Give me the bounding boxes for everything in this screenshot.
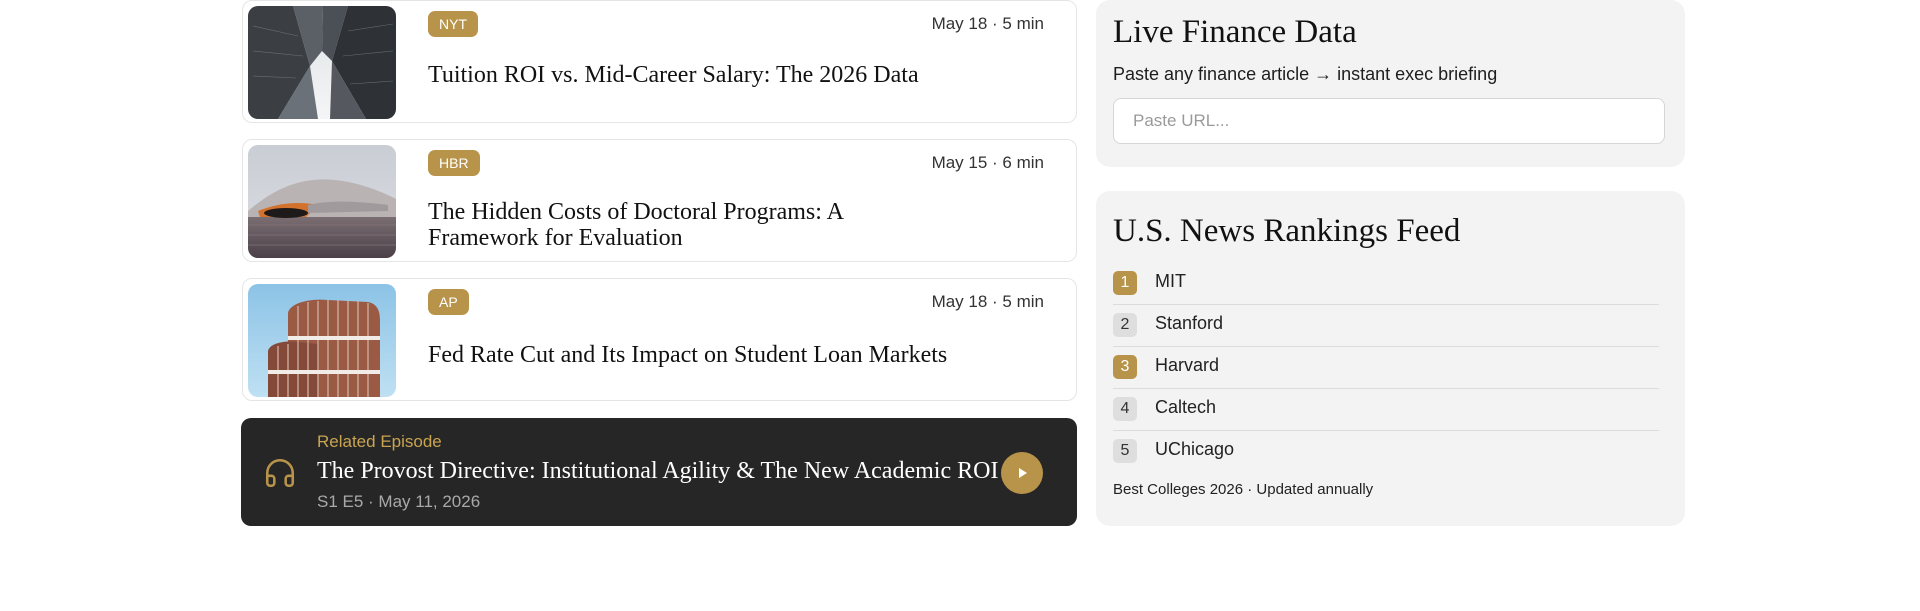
rank-name: MIT [1155,271,1186,291]
related-episode-card[interactable]: Related Episode The Provost Directive: I… [241,418,1077,526]
article-title[interactable]: Tuition ROI vs. Mid-Career Salary: The 2… [428,62,948,88]
list-item[interactable]: 5 UChicago [1113,431,1659,472]
episode-meta: S1 E5 · May 11, 2026 [317,492,481,511]
list-item[interactable]: 4 Caltech [1113,389,1659,431]
list-item[interactable]: 1 MIT [1113,263,1659,305]
rank-number: 4 [1113,397,1137,421]
source-badge: AP [428,289,469,315]
article-card[interactable]: NYT May 18 · 5 min Tuition ROI vs. Mid-C… [242,0,1077,123]
article-meta: May 18 · 5 min [931,292,1044,311]
rank-name: Harvard [1155,355,1220,375]
finance-subtitle: Paste any finance article → instant exec… [1113,64,1498,84]
episode-title[interactable]: The Provost Directive: Institutional Agi… [317,458,998,485]
finance-title: Live Finance Data [1113,14,1357,50]
source-badge: HBR [428,150,480,176]
article-card[interactable]: AP May 18 · 5 min Fed Rate Cut and Its I… [242,278,1077,401]
rankings-panel: U.S. News Rankings Feed 1 MIT 2 Stanford… [1096,191,1685,526]
article-thumbnail [248,284,396,397]
article-card[interactable]: HBR May 15 · 6 min The Hidden Costs of D… [242,139,1077,262]
rank-name: UChicago [1155,439,1235,459]
episode-label: Related Episode [317,432,442,451]
rankings-list: 1 MIT 2 Stanford 3 Harvard 4 Caltech 5 U… [1113,263,1659,472]
rankings-footer: Best Colleges 2026 · Updated annually [1113,481,1374,498]
rank-name: Stanford [1155,313,1224,333]
article-meta: May 18 · 5 min [931,14,1044,33]
article-meta: May 15 · 6 min [931,153,1044,172]
finance-panel: Live Finance Data Paste any finance arti… [1096,0,1685,167]
list-item[interactable]: 3 Harvard [1113,347,1659,389]
rank-number: 2 [1113,313,1137,337]
play-button[interactable] [1001,452,1043,494]
rank-number: 3 [1113,355,1137,379]
article-thumbnail [248,145,396,258]
rankings-title: U.S. News Rankings Feed [1113,213,1461,249]
article-title[interactable]: Fed Rate Cut and Its Impact on Student L… [428,342,948,368]
rank-name: Caltech [1155,397,1217,417]
list-item[interactable]: 2 Stanford [1113,305,1659,347]
headphones-icon [265,458,295,488]
play-icon [1019,468,1027,478]
article-thumbnail [248,6,396,119]
source-badge: NYT [428,11,478,37]
article-title[interactable]: The Hidden Costs of Doctoral Programs: A… [428,199,948,251]
rank-number: 1 [1113,271,1137,295]
url-input[interactable] [1113,98,1665,144]
rank-number: 5 [1113,439,1137,463]
